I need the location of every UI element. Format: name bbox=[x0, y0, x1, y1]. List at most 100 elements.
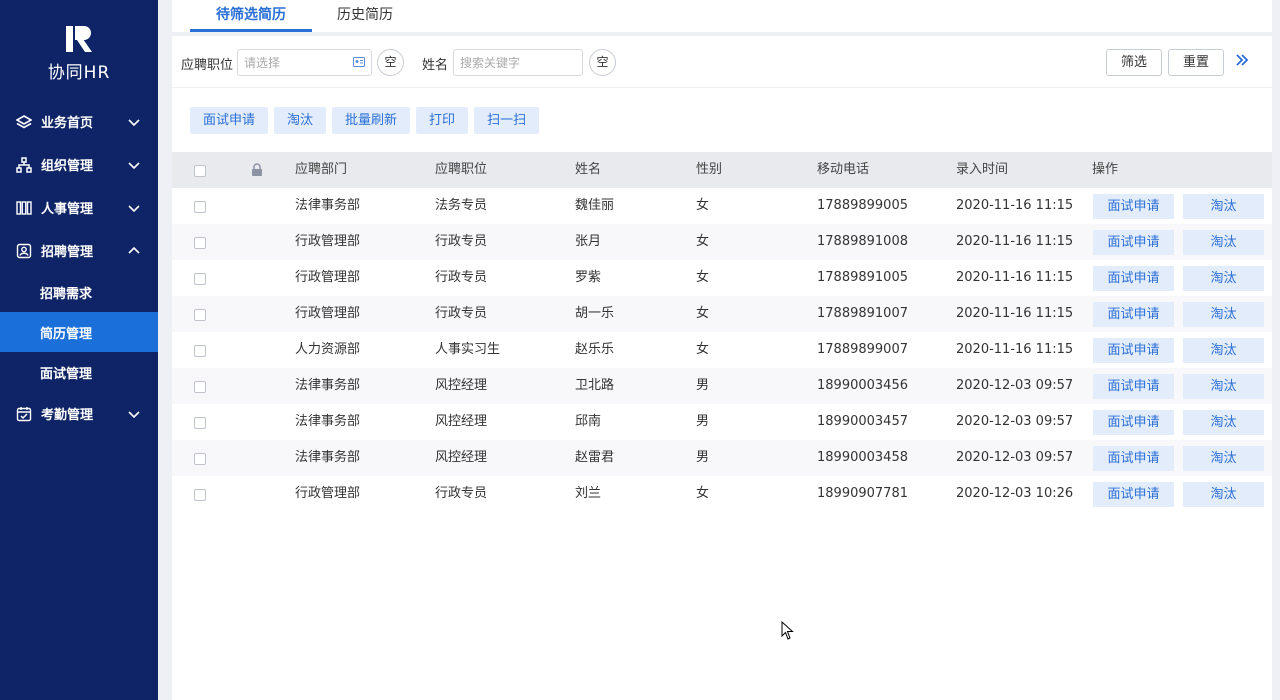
clear-name-button[interactable]: 空 bbox=[589, 49, 616, 76]
reject-button[interactable]: 淘汰 bbox=[274, 107, 327, 134]
select-all-checkbox[interactable] bbox=[194, 165, 206, 177]
sidebar-item-label: 业务首页 bbox=[41, 116, 94, 131]
table-row: 法律事务部 法务专员 魏佳丽 女 17889899005 2020-11-16 11:15… bbox=[172, 188, 1272, 224]
cell-phone: 17889891008 bbox=[817, 234, 908, 249]
cell-gender: 女 bbox=[696, 198, 710, 213]
cell-phone: 17889899005 bbox=[817, 198, 908, 213]
row-checkbox[interactable] bbox=[194, 453, 206, 465]
sidebar-item-label: 考勤管理 bbox=[41, 408, 94, 423]
print-button[interactable]: 打印 bbox=[416, 107, 469, 134]
cell-dept: 人力资源部 bbox=[295, 342, 361, 357]
row-reject-button[interactable]: 淘汰 bbox=[1183, 446, 1264, 471]
double-chevron-right-icon[interactable] bbox=[1234, 52, 1250, 68]
cell-position: 人事实习生 bbox=[435, 342, 501, 357]
sidebar-item-attendance[interactable]: 考勤管理 bbox=[0, 392, 158, 435]
row-reject-button[interactable]: 淘汰 bbox=[1183, 302, 1264, 327]
table-row: 行政管理部 行政专员 刘兰 女 18990907781 2020-12-03 10:26 面… bbox=[172, 476, 1272, 512]
cell-gender: 女 bbox=[696, 270, 710, 285]
sidebar-item-home[interactable]: 业务首页 bbox=[0, 100, 158, 143]
cell-position: 行政专员 bbox=[435, 306, 488, 321]
recruit-icon bbox=[15, 242, 32, 259]
position-select[interactable] bbox=[237, 49, 372, 76]
row-interview-button[interactable]: 面试申请 bbox=[1093, 446, 1174, 471]
row-interview-button[interactable]: 面试申请 bbox=[1093, 338, 1174, 363]
cell-name: 张月 bbox=[575, 234, 602, 249]
sidebar-subitem-interview[interactable]: 面试管理 bbox=[0, 352, 158, 392]
header-name: 姓名 bbox=[575, 162, 602, 177]
logo-icon bbox=[66, 26, 92, 52]
row-reject-button[interactable]: 淘汰 bbox=[1183, 410, 1264, 435]
cell-phone: 17889891007 bbox=[817, 306, 908, 321]
chevron-down-icon bbox=[128, 159, 140, 171]
cell-name: 赵乐乐 bbox=[575, 342, 615, 357]
sidebar-subitem-resume[interactable]: 简历管理 bbox=[0, 312, 158, 352]
row-reject-button[interactable]: 淘汰 bbox=[1183, 374, 1264, 399]
layers-icon bbox=[15, 113, 32, 130]
cell-gender: 男 bbox=[696, 378, 710, 393]
columns-icon bbox=[15, 199, 32, 216]
cell-dept: 行政管理部 bbox=[295, 306, 361, 321]
sidebar-subitem-recruit-demand[interactable]: 招聘需求 bbox=[0, 272, 158, 312]
action-toolbar: 面试申请 淘汰 批量刷新 打印 扫一扫 bbox=[190, 107, 540, 134]
clear-position-button[interactable]: 空 bbox=[377, 49, 404, 76]
chevron-down-icon bbox=[128, 408, 140, 420]
row-checkbox[interactable] bbox=[194, 489, 206, 501]
row-interview-button[interactable]: 面试申请 bbox=[1093, 410, 1174, 435]
tab-bar: 待筛选简历 历史简历 bbox=[172, 0, 1272, 36]
sidebar-item-label: 组织管理 bbox=[41, 159, 94, 174]
row-interview-button[interactable]: 面试申请 bbox=[1093, 230, 1174, 255]
cell-dept: 法律事务部 bbox=[295, 450, 361, 465]
row-reject-button[interactable]: 淘汰 bbox=[1183, 230, 1264, 255]
row-checkbox[interactable] bbox=[194, 309, 206, 321]
row-checkbox[interactable] bbox=[194, 273, 206, 285]
row-checkbox[interactable] bbox=[194, 237, 206, 249]
filter-button[interactable]: 筛选 bbox=[1106, 49, 1162, 76]
tab-pending-resumes[interactable]: 待筛选简历 bbox=[190, 0, 312, 32]
row-checkbox[interactable] bbox=[194, 345, 206, 357]
table-header: 应聘部门 应聘职位 姓名 性别 移动电话 录入时间 操作 bbox=[172, 152, 1272, 188]
cell-gender: 男 bbox=[696, 414, 710, 429]
logo-text: 协同HR bbox=[47, 63, 111, 83]
table-row: 行政管理部 行政专员 罗紫 女 17889891005 2020-11-16 11:15 面… bbox=[172, 260, 1272, 296]
chevron-up-icon bbox=[128, 245, 140, 257]
chevron-down-icon bbox=[128, 116, 140, 128]
sidebar-item-personnel[interactable]: 人事管理 bbox=[0, 186, 158, 229]
scan-button[interactable]: 扫一扫 bbox=[474, 107, 540, 134]
interview-request-button[interactable]: 面试申请 bbox=[190, 107, 269, 134]
row-reject-button[interactable]: 淘汰 bbox=[1183, 194, 1264, 219]
row-checkbox[interactable] bbox=[194, 417, 206, 429]
row-interview-button[interactable]: 面试申请 bbox=[1093, 194, 1174, 219]
row-checkbox[interactable] bbox=[194, 201, 206, 213]
cell-gender: 女 bbox=[696, 306, 710, 321]
cell-time: 2020-11-16 11:15 bbox=[956, 198, 1074, 213]
cell-time: 2020-12-03 09:57 bbox=[956, 414, 1074, 429]
tab-history-resumes[interactable]: 历史简历 bbox=[320, 0, 410, 32]
row-reject-button[interactable]: 淘汰 bbox=[1183, 338, 1264, 363]
header-position: 应聘职位 bbox=[435, 162, 488, 177]
cell-dept: 行政管理部 bbox=[295, 234, 361, 249]
sidebar-item-recruit[interactable]: 招聘管理 bbox=[0, 229, 158, 272]
cell-position: 行政专员 bbox=[435, 270, 488, 285]
cell-dept: 法律事务部 bbox=[295, 378, 361, 393]
sidebar-item-org[interactable]: 组织管理 bbox=[0, 143, 158, 186]
row-checkbox[interactable] bbox=[194, 381, 206, 393]
batch-refresh-button[interactable]: 批量刷新 bbox=[332, 107, 411, 134]
row-reject-button[interactable]: 淘汰 bbox=[1183, 266, 1264, 291]
row-interview-button[interactable]: 面试申请 bbox=[1093, 374, 1174, 399]
row-interview-button[interactable]: 面试申请 bbox=[1093, 266, 1174, 291]
cell-name: 魏佳丽 bbox=[575, 198, 615, 213]
reset-button[interactable]: 重置 bbox=[1168, 49, 1224, 76]
cell-dept: 法律事务部 bbox=[295, 414, 361, 429]
cell-dept: 行政管理部 bbox=[295, 486, 361, 501]
logo: 协同HR bbox=[0, 24, 158, 83]
table-row: 行政管理部 行政专员 张月 女 17889891008 2020-11-16 11:15 面… bbox=[172, 224, 1272, 260]
row-interview-button[interactable]: 面试申请 bbox=[1093, 302, 1174, 327]
cell-position: 行政专员 bbox=[435, 486, 488, 501]
cell-dept: 法律事务部 bbox=[295, 198, 361, 213]
row-reject-button[interactable]: 淘汰 bbox=[1183, 482, 1264, 507]
name-search-input[interactable] bbox=[453, 49, 583, 76]
cell-gender: 女 bbox=[696, 342, 710, 357]
row-interview-button[interactable]: 面试申请 bbox=[1093, 482, 1174, 507]
cell-name: 赵雷君 bbox=[575, 450, 615, 465]
cell-name: 刘兰 bbox=[575, 486, 602, 501]
